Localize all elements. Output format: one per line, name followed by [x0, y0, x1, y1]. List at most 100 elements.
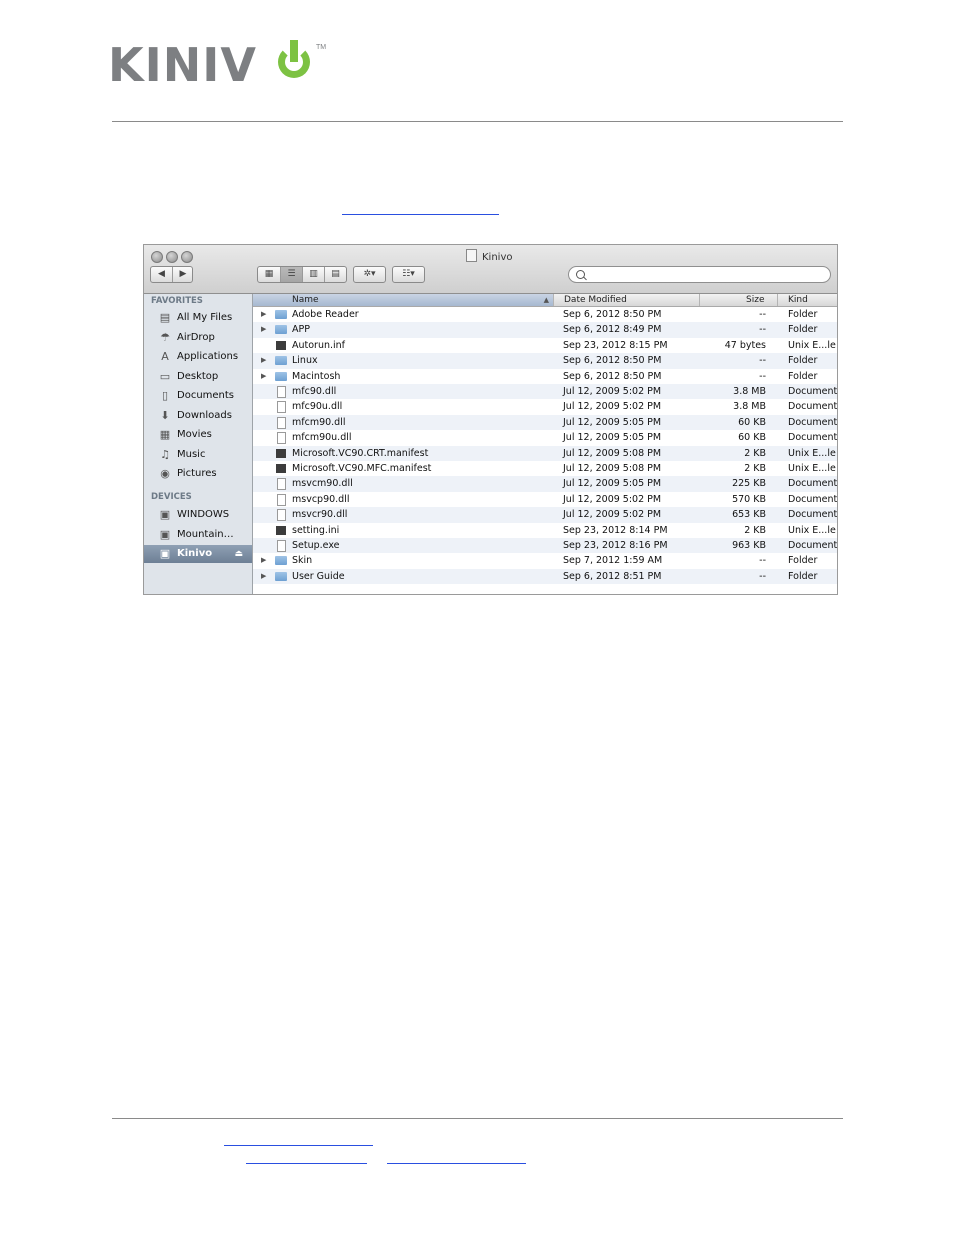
- file-row[interactable]: Setup.exe Sep 23, 2012 8:16 PM 963 KB Docum…: [253, 538, 837, 554]
- unix-executable-icon: [276, 340, 286, 350]
- sidebar-item-label: Applications: [177, 351, 239, 362]
- document-icon: [277, 416, 286, 429]
- unix-executable-icon: [276, 448, 286, 458]
- file-row[interactable]: mfcm90u.dll Jul 12, 2009 5:05 PM 60 KB Docu…: [253, 430, 837, 445]
- file-kind: Folder: [788, 370, 818, 382]
- document-icon: [277, 432, 286, 445]
- disclosure-triangle-icon[interactable]: ▶: [261, 322, 266, 337]
- sidebar-item-airdrop[interactable]: ☂ AirDrop: [144, 329, 252, 347]
- coverflow-view-button[interactable]: ▤: [324, 267, 346, 282]
- sidebar-item-all-my-files[interactable]: ▤ All My Files: [144, 309, 252, 327]
- sidebar-item-applications[interactable]: A Applications: [144, 348, 252, 366]
- sidebar-item-mountain[interactable]: ▣ Mountain…: [144, 526, 252, 544]
- file-date-modified: Sep 6, 2012 8:51 PM: [563, 570, 662, 582]
- file-row[interactable]: mfcm90.dll Jul 12, 2009 5:05 PM 60 KB Docum…: [253, 414, 837, 431]
- file-name: mfc90.dll: [292, 386, 337, 397]
- drive-icon: ▣: [159, 547, 171, 560]
- sidebar-item-kinivo[interactable]: ▣ Kinivo ⏏: [144, 545, 252, 563]
- trademark-mark: TM: [316, 44, 327, 51]
- arrange-menu-button[interactable]: ☷▾: [392, 266, 425, 283]
- file-date-modified: Sep 6, 2012 8:50 PM: [563, 309, 662, 320]
- file-name: Adobe Reader: [292, 309, 359, 320]
- gear-icon: ✲▾: [363, 269, 376, 279]
- icon-view-button[interactable]: ▦: [258, 267, 280, 282]
- disclosure-triangle-icon[interactable]: ▶: [261, 569, 266, 584]
- column-name[interactable]: Name ▲: [253, 294, 553, 306]
- sidebar-item-desktop[interactable]: ▭ Desktop: [144, 368, 252, 386]
- sidebar-item-downloads[interactable]: ⬇ Downloads: [144, 407, 252, 425]
- footer-link-3[interactable]: [387, 1163, 526, 1164]
- file-name: mfc90u.dll: [292, 401, 343, 413]
- file-size: 225 KB: [732, 478, 766, 490]
- file-kind: Folder: [788, 355, 818, 367]
- sidebar-item-pictures[interactable]: ◉ Pictures: [144, 465, 252, 483]
- file-row[interactable]: Microsoft.VC90.MFC.manifest Jul 12, 2009 …: [253, 461, 837, 476]
- sidebar-item-documents[interactable]: ▯ Documents: [144, 387, 252, 405]
- document-icon: [277, 386, 286, 398]
- file-size: 2 KB: [744, 447, 766, 459]
- back-button[interactable]: ◀: [151, 267, 172, 282]
- file-name: Macintosh: [292, 370, 341, 382]
- file-size: --: [759, 570, 766, 582]
- footer-link-2[interactable]: [246, 1163, 367, 1164]
- file-row[interactable]: ▶ Linux Sep 6, 2012 8:50 PM -- Folder: [253, 353, 837, 369]
- sidebar-item-label: Music: [177, 448, 206, 460]
- body-link[interactable]: [342, 214, 499, 215]
- sidebar-item-music[interactable]: ♫ Music: [144, 446, 252, 464]
- folder-icon: [275, 571, 287, 581]
- file-size: 2 KB: [744, 463, 766, 474]
- file-name: msvcr90.dll: [292, 509, 348, 521]
- close-window-button[interactable]: [151, 251, 163, 263]
- footer-link-1[interactable]: [224, 1145, 373, 1146]
- file-row[interactable]: mfc90.dll Jul 12, 2009 5:02 PM 3.8 MB Docum…: [253, 384, 837, 400]
- column-size[interactable]: Size: [699, 294, 777, 306]
- file-size: 60 KB: [738, 416, 766, 428]
- file-kind: Document: [788, 401, 837, 413]
- list-view-button[interactable]: ☰: [280, 267, 302, 282]
- file-row[interactable]: mfc90u.dll Jul 12, 2009 5:02 PM 3.8 MB Docu…: [253, 399, 837, 414]
- file-kind: Folder: [788, 570, 818, 582]
- disclosure-triangle-icon[interactable]: ▶: [261, 353, 266, 368]
- music-icon: ♫: [160, 447, 170, 461]
- disclosure-triangle-icon[interactable]: ▶: [261, 369, 266, 384]
- disclosure-triangle-icon[interactable]: ▶: [261, 553, 266, 568]
- file-kind: Document: [788, 493, 837, 505]
- downloads-icon: ⬇: [160, 408, 170, 422]
- file-row[interactable]: ▶ User Guide Sep 6, 2012 8:51 PM -- Folder: [253, 568, 837, 585]
- file-row[interactable]: Microsoft.VC90.CRT.manifest Jul 12, 2009 …: [253, 445, 837, 461]
- file-kind: Document: [788, 432, 837, 444]
- zoom-window-button[interactable]: [181, 251, 193, 263]
- eject-icon[interactable]: ⏏: [234, 545, 243, 563]
- file-row[interactable]: ▶ Macintosh Sep 6, 2012 8:50 PM -- Folder: [253, 369, 837, 384]
- drive-icon: ▣: [159, 527, 171, 541]
- file-row[interactable]: Autorun.inf Sep 23, 2012 8:15 PM 47 bytes U…: [253, 338, 837, 353]
- search-input[interactable]: [568, 266, 831, 283]
- coverflow-view-icon: ▤: [331, 269, 340, 279]
- file-row[interactable]: msvcr90.dll Jul 12, 2009 5:02 PM 653 KB Doc…: [253, 507, 837, 523]
- forward-button[interactable]: ▶: [172, 267, 193, 282]
- document-icon: [277, 540, 286, 552]
- file-row[interactable]: ▶ Skin Sep 7, 2012 1:59 AM -- Folder: [253, 553, 837, 568]
- column-view-button[interactable]: ▥: [302, 267, 324, 282]
- sidebar-item-label: Movies: [177, 429, 212, 440]
- sidebar-item-movies[interactable]: ▦ Movies: [144, 426, 252, 444]
- file-row[interactable]: msvcp90.dll Jul 12, 2009 5:02 PM 570 KB Doc…: [253, 492, 837, 507]
- file-row[interactable]: msvcm90.dll Jul 12, 2009 5:05 PM 225 KB Doc…: [253, 476, 837, 492]
- sidebar-item-windows[interactable]: ▣ WINDOWS: [144, 506, 252, 524]
- column-date-modified[interactable]: Date Modified: [553, 294, 699, 306]
- disclosure-triangle-icon[interactable]: ▶: [261, 307, 266, 322]
- file-row[interactable]: setting.ini Sep 23, 2012 8:14 PM 2 KB Unix …: [253, 523, 837, 538]
- action-menu-button[interactable]: ✲▾: [353, 266, 386, 283]
- minimize-window-button[interactable]: [166, 251, 178, 263]
- back-arrow-icon: ◀: [158, 269, 165, 279]
- column-kind[interactable]: Kind: [777, 294, 837, 306]
- logo-text: KINIV: [108, 38, 257, 92]
- pictures-icon: ◉: [160, 467, 170, 480]
- sidebar-item-label: All My Files: [177, 312, 233, 323]
- file-name: Microsoft.VC90.MFC.manifest: [292, 463, 432, 474]
- folder-icon: [275, 356, 287, 366]
- file-row[interactable]: ▶ APP Sep 6, 2012 8:49 PM -- Folder: [253, 322, 837, 338]
- sort-ascending-icon: ▲: [543, 296, 549, 304]
- file-row[interactable]: ▶ Adobe Reader Sep 6, 2012 8:50 PM -- Folder: [253, 307, 837, 322]
- title-bar: Kinivo ◀ ▶ ▦ ☰ ▥ ▤ ✲▾ ☷▾: [144, 245, 837, 294]
